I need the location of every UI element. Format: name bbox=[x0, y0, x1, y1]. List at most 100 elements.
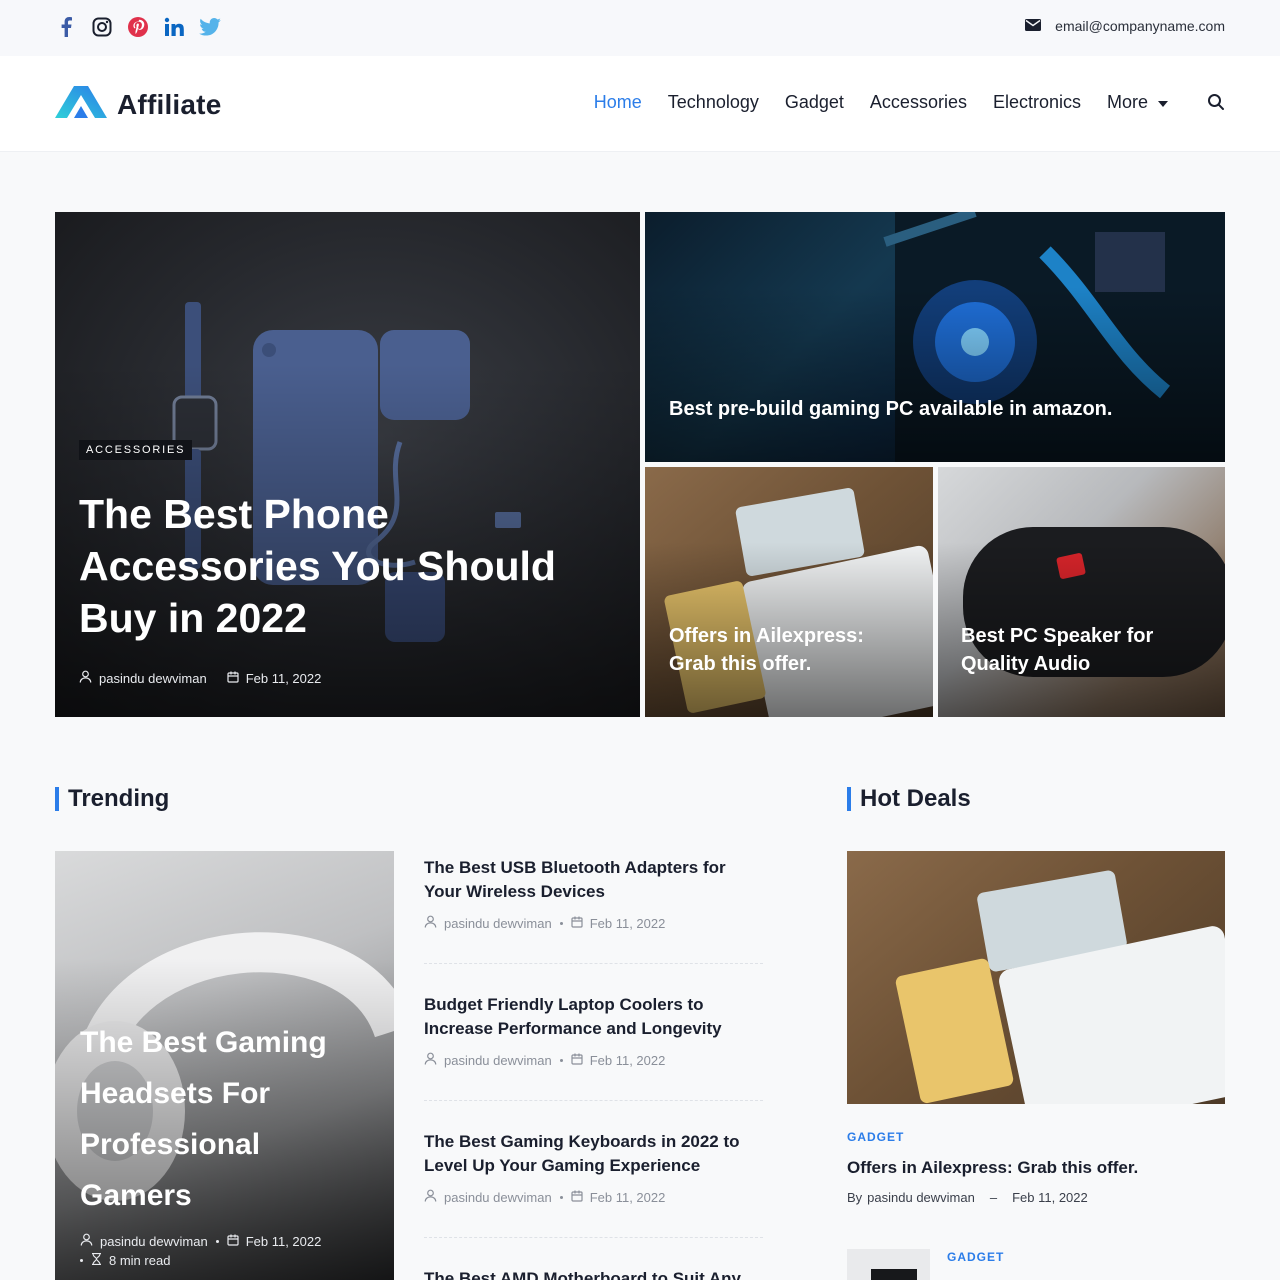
author-meta[interactable]: pasindu dewviman bbox=[80, 1233, 208, 1249]
list-item: The Best Gaming Keyboards in 2022 to Lev… bbox=[424, 1130, 763, 1205]
list-item: Budget Friendly Laptop Coolers to Increa… bbox=[424, 993, 763, 1068]
list-item: The Best AMD Motherboard to Suit Any bbox=[424, 1267, 763, 1280]
site-header: Affiliate Home Technology Gadget Accesso… bbox=[0, 56, 1280, 152]
calendar-icon bbox=[227, 1234, 239, 1249]
thumbnail-image bbox=[871, 1269, 917, 1280]
separator-dot bbox=[215, 1239, 219, 1243]
post-date: Feb 11, 2022 bbox=[245, 670, 322, 686]
divider bbox=[424, 1100, 763, 1101]
post-date: Feb 11, 2022 bbox=[245, 1233, 322, 1249]
nav-technology[interactable]: Technology bbox=[668, 92, 759, 113]
hero-pc-overlay bbox=[645, 212, 1225, 462]
list-item: The Best USB Bluetooth Adapters for Your… bbox=[424, 856, 763, 931]
separator-dot bbox=[559, 1058, 563, 1062]
hero-speaker-title[interactable]: Best PC Speaker for Quality Audio bbox=[961, 622, 1201, 678]
author-name: pasindu dewviman bbox=[444, 1052, 552, 1068]
trending-featured-title[interactable]: The Best Gaming Headsets For Professiona… bbox=[80, 1017, 360, 1221]
user-icon bbox=[79, 670, 92, 686]
user-icon bbox=[424, 1052, 437, 1068]
hero-pc-card[interactable]: Best pre-build gaming PC available in am… bbox=[645, 212, 1225, 462]
hero-main-meta: pasindu dewviman Feb 11, 2022 bbox=[79, 670, 321, 686]
author-meta[interactable]: pasindu dewviman bbox=[424, 915, 552, 931]
nav-more[interactable]: More bbox=[1107, 92, 1168, 113]
deal-title[interactable]: Offers in Ailexpress: Grab this offer. bbox=[847, 1158, 1138, 1178]
instagram-icon[interactable] bbox=[91, 16, 113, 38]
social-links bbox=[55, 16, 221, 38]
nav-electronics[interactable]: Electronics bbox=[993, 92, 1081, 113]
hero-main-title[interactable]: The Best Phone Accessories You Should Bu… bbox=[79, 488, 589, 644]
trending-featured-card[interactable]: The Best Gaming Headsets For Professiona… bbox=[55, 851, 394, 1280]
trending-item-meta: pasindu dewviman Feb 11, 2022 bbox=[424, 1189, 763, 1205]
calendar-icon bbox=[571, 916, 583, 931]
date-meta: Feb 11, 2022 bbox=[227, 670, 322, 686]
hero-ailexpress-card[interactable]: Offers in Ailexpress: Grab this offer. bbox=[645, 467, 933, 717]
read-time: 8 min read bbox=[109, 1253, 171, 1268]
contact-email[interactable]: email@companyname.com bbox=[1025, 18, 1225, 34]
divider bbox=[424, 1237, 763, 1238]
logo-mark-icon bbox=[55, 85, 107, 124]
pinterest-icon[interactable] bbox=[127, 16, 149, 38]
author-meta[interactable]: pasindu dewviman bbox=[79, 670, 207, 686]
read-time-meta: 8 min read bbox=[91, 1253, 170, 1268]
hero-speaker-overlay bbox=[938, 467, 1225, 717]
date-meta: Feb 11, 2022 bbox=[227, 1233, 322, 1249]
hero-pc-title[interactable]: Best pre-build gaming PC available in am… bbox=[669, 396, 1189, 422]
date-meta: Feb 11, 2022 bbox=[571, 1052, 666, 1068]
deal-category[interactable]: GADGET bbox=[847, 1130, 904, 1144]
separator-dot bbox=[559, 1195, 563, 1199]
post-date: Feb 11, 2022 bbox=[589, 1189, 666, 1205]
nav-home[interactable]: Home bbox=[594, 92, 642, 113]
date-meta: Feb 11, 2022 bbox=[571, 915, 666, 931]
author-meta[interactable]: pasindu dewviman bbox=[424, 1189, 552, 1205]
divider bbox=[424, 963, 763, 964]
trending-heading: Trending bbox=[55, 787, 169, 811]
user-icon bbox=[424, 915, 437, 931]
credit-cards-image bbox=[895, 870, 1225, 1104]
mail-icon bbox=[1025, 18, 1042, 34]
search-icon bbox=[1207, 94, 1225, 115]
twitter-icon[interactable] bbox=[199, 16, 221, 38]
trending-item-title[interactable]: The Best AMD Motherboard to Suit Any bbox=[424, 1267, 763, 1280]
hot-deals-heading: Hot Deals bbox=[847, 787, 971, 811]
category-badge[interactable]: ACCESSORIES bbox=[79, 440, 193, 460]
deal-category[interactable]: GADGET bbox=[947, 1250, 1004, 1264]
post-date: Feb 11, 2022 bbox=[1012, 1190, 1088, 1205]
author-name: pasindu dewviman bbox=[444, 1189, 552, 1205]
meta-separator: – bbox=[989, 1190, 998, 1205]
hero-speaker-card[interactable]: Best PC Speaker for Quality Audio bbox=[938, 467, 1225, 717]
deal-thumbnail[interactable] bbox=[847, 1249, 930, 1280]
trending-item-meta: pasindu dewviman Feb 11, 2022 bbox=[424, 1052, 763, 1068]
calendar-icon bbox=[571, 1190, 583, 1205]
author-meta[interactable]: pasindu dewviman bbox=[424, 1052, 552, 1068]
trending-item-meta: pasindu dewviman Feb 11, 2022 bbox=[424, 915, 763, 931]
hot-deal-image[interactable] bbox=[847, 851, 1225, 1104]
trending-featured-meta: pasindu dewviman Feb 11, 2022 bbox=[80, 1233, 321, 1249]
separator-dot bbox=[559, 921, 563, 925]
nav-more-label: More bbox=[1106, 92, 1148, 112]
hero-ailexpress-title[interactable]: Offers in Ailexpress: Grab this offer. bbox=[669, 622, 909, 678]
calendar-icon bbox=[227, 671, 239, 686]
author-name[interactable]: pasindu dewviman bbox=[867, 1190, 975, 1205]
date-meta: Feb 11, 2022 bbox=[571, 1189, 666, 1205]
nav-gadget[interactable]: Gadget bbox=[785, 92, 844, 113]
author-name: pasindu dewviman bbox=[444, 915, 552, 931]
calendar-icon bbox=[571, 1053, 583, 1068]
author-name: pasindu dewviman bbox=[99, 670, 207, 686]
post-date: Feb 11, 2022 bbox=[589, 1052, 666, 1068]
post-date: Feb 11, 2022 bbox=[589, 915, 666, 931]
author-name: pasindu dewviman bbox=[100, 1233, 208, 1249]
logo-text: Affiliate bbox=[117, 88, 222, 120]
email-text: email@companyname.com bbox=[1055, 18, 1225, 34]
facebook-icon[interactable] bbox=[55, 16, 77, 38]
linkedin-icon[interactable] bbox=[163, 16, 185, 38]
site-logo[interactable]: Affiliate bbox=[55, 85, 221, 124]
search-button[interactable] bbox=[1207, 93, 1225, 111]
trending-item-title[interactable]: Budget Friendly Laptop Coolers to Increa… bbox=[424, 993, 763, 1041]
trending-featured-readtime: 8 min read bbox=[80, 1253, 170, 1268]
trending-item-title[interactable]: The Best USB Bluetooth Adapters for Your… bbox=[424, 856, 763, 904]
nav-accessories[interactable]: Accessories bbox=[870, 92, 967, 113]
deal-meta: By pasindu dewviman – Feb 11, 2022 bbox=[847, 1190, 1088, 1205]
user-icon bbox=[80, 1233, 93, 1249]
hero-ailexpress-overlay bbox=[645, 467, 933, 717]
trending-item-title[interactable]: The Best Gaming Keyboards in 2022 to Lev… bbox=[424, 1130, 763, 1178]
